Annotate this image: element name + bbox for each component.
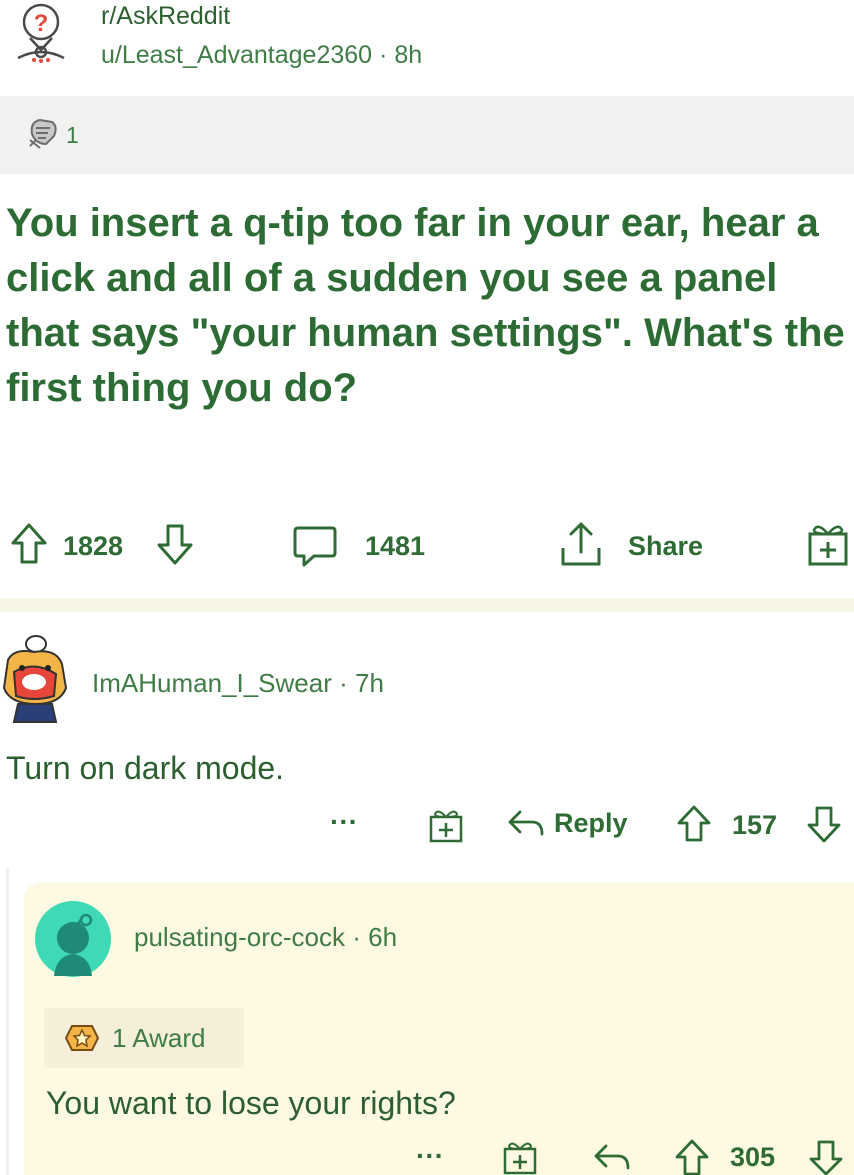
comment-body: You want to lose your rights? [46, 1085, 456, 1121]
share-label[interactable]: Share [628, 531, 703, 562]
post-meta: u/Least_Advantage2360 · 8h [101, 41, 422, 70]
gift-icon [806, 520, 850, 568]
gift-award-button[interactable] [502, 1138, 538, 1175]
comment-count: 1481 [365, 531, 426, 561]
meta-separator: · [352, 922, 369, 952]
meta-separator: · [379, 41, 395, 69]
subreddit-link[interactable]: r/AskReddit [101, 2, 230, 31]
comment-author[interactable]: ImAHuman_I_Swear [92, 668, 332, 698]
award-count: 1 [66, 122, 79, 148]
reply-icon [506, 806, 546, 840]
more-options-button[interactable]: ··· [416, 1140, 444, 1172]
downvote-icon [806, 804, 842, 844]
award-icon [64, 1020, 100, 1056]
post-age: 8h [394, 41, 423, 69]
subreddit-icon[interactable]: ? [10, 2, 72, 64]
reply-label: Reply [554, 807, 628, 838]
commenter-avatar[interactable] [0, 630, 70, 724]
share-icon [558, 520, 604, 568]
comment-author[interactable]: pulsating-orc-cock [134, 922, 345, 952]
section-divider [0, 598, 854, 612]
thread-line[interactable] [6, 868, 9, 1175]
downvote-button[interactable] [806, 804, 842, 844]
award-label: 1 Award [112, 1023, 206, 1053]
downvote-icon [156, 522, 194, 566]
award-icon [26, 114, 62, 150]
upvote-button[interactable] [676, 804, 712, 844]
reply-button[interactable]: Reply [506, 806, 628, 840]
comment-meta: pulsating-orc-cock · 6h [134, 922, 397, 953]
comments-button[interactable] [292, 524, 338, 568]
comment-age: 6h [368, 922, 398, 952]
upvote-icon [674, 1138, 710, 1175]
downvote-icon [808, 1138, 844, 1175]
upvote-button[interactable] [10, 522, 48, 566]
gift-award-button[interactable] [806, 520, 850, 568]
downvote-button[interactable] [808, 1138, 844, 1175]
gift-icon [502, 1138, 538, 1175]
comment-icon [292, 524, 338, 568]
post-title[interactable]: You insert a q-tip too far in your ear, … [6, 196, 848, 416]
more-icon: ··· [416, 1140, 444, 1171]
gift-award-button[interactable] [428, 806, 464, 844]
gift-icon [428, 806, 464, 844]
meta-separator: · [339, 668, 356, 698]
upvote-icon [676, 804, 712, 844]
comment-age: 7h [355, 668, 384, 698]
post-author[interactable]: u/Least_Advantage2360 [101, 41, 372, 69]
upvote-icon [10, 522, 48, 566]
more-icon: ··· [330, 806, 358, 837]
comment-body: Turn on dark mode. [6, 750, 285, 786]
downvote-button[interactable] [156, 522, 194, 566]
comment-vote-count: 157 [732, 810, 778, 840]
comment-vote-count: 305 [730, 1142, 776, 1172]
reply-button[interactable] [592, 1140, 632, 1174]
post-vote-count: 1828 [63, 531, 124, 561]
share-button[interactable] [558, 520, 604, 568]
more-options-button[interactable]: ··· [330, 806, 358, 838]
comment-meta: ImAHuman_I_Swear · 7h [92, 668, 384, 699]
svg-text:?: ? [34, 10, 49, 37]
comment-award-badge[interactable]: 1 Award [44, 1008, 244, 1068]
reply-icon [592, 1140, 632, 1174]
commenter-avatar[interactable] [34, 900, 112, 978]
upvote-button[interactable] [674, 1138, 710, 1175]
post-awards-bar[interactable]: 1 [0, 96, 854, 174]
